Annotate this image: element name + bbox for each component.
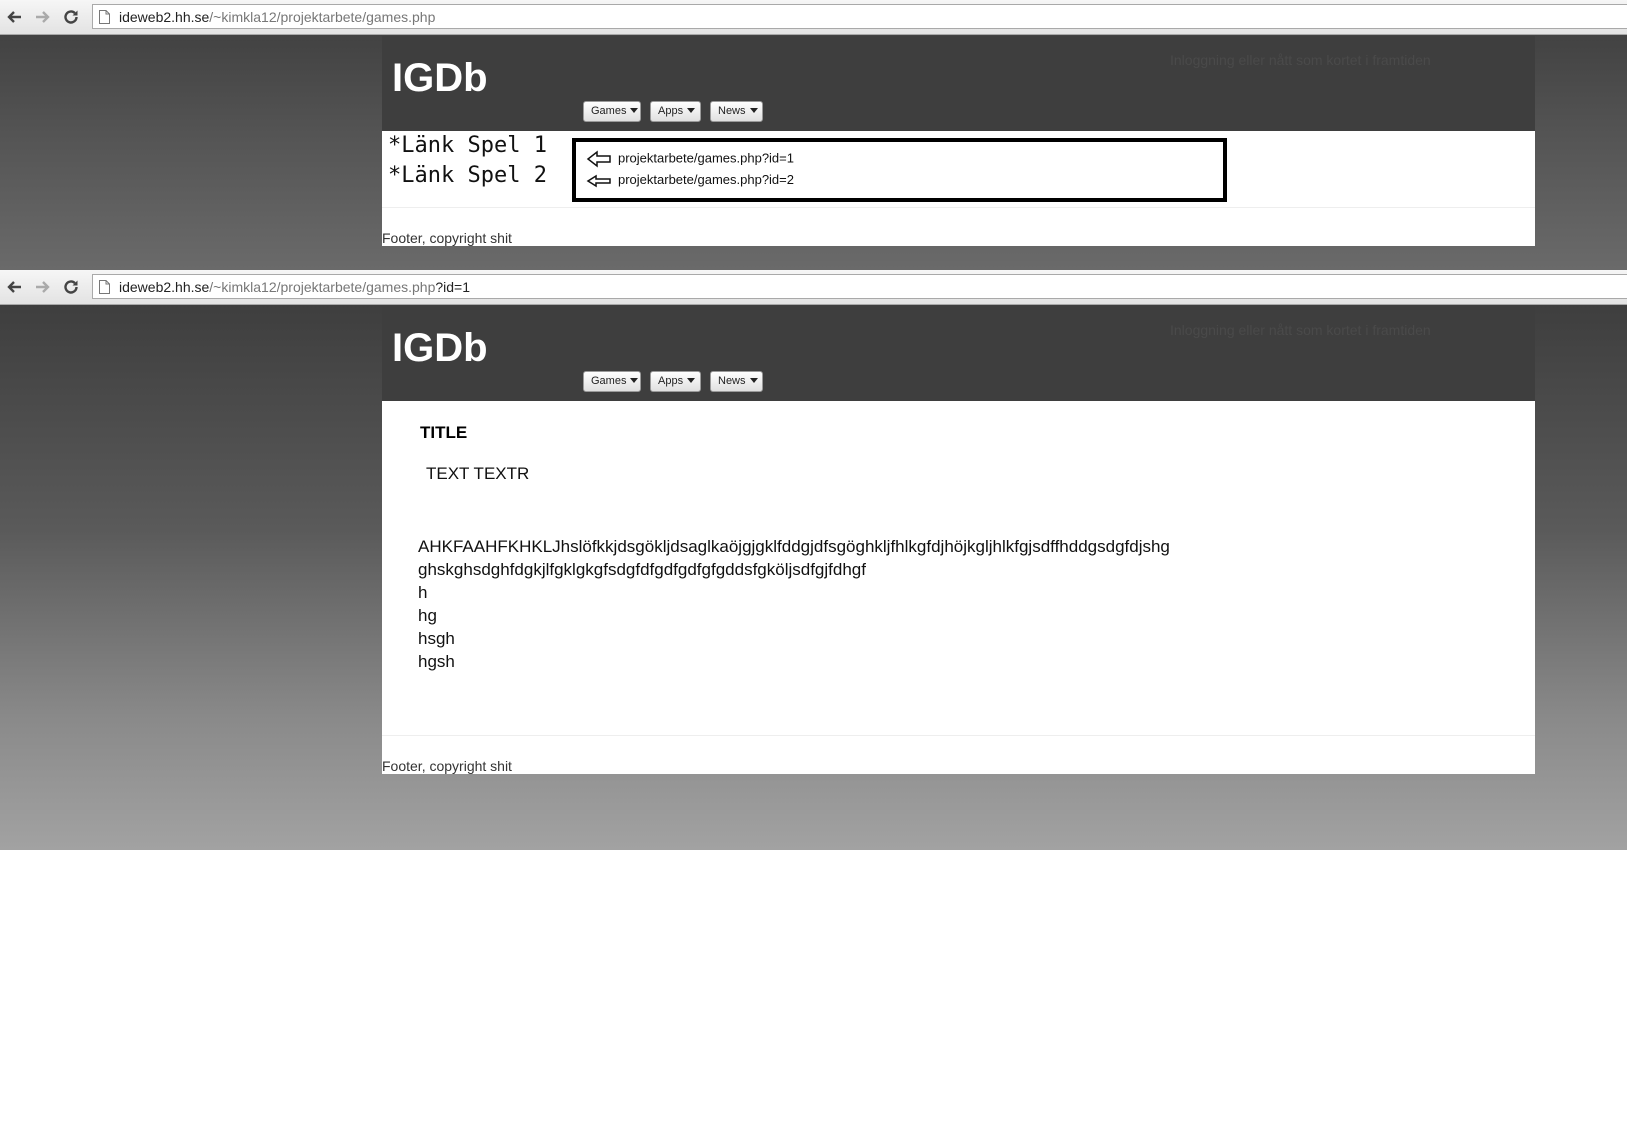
url-host: ideweb2.hh.se [119, 9, 210, 25]
main-content: *Länk Spel 1 *Länk Spel 2 projektarbete/… [382, 131, 1535, 207]
url-path: /~kimkla12/projektarbete/games.php [209, 9, 436, 25]
menu-news-button[interactable]: News [710, 101, 763, 122]
site-logo[interactable]: IGDb [392, 56, 488, 101]
site-header: IGDb Inloggning eller nått som kortet i … [382, 306, 1535, 401]
description-line: AHKFAAHFKHKLJhslöfkkjdsgökljdsaglkaöjgjg… [418, 537, 1170, 556]
page-icon [99, 280, 110, 294]
page-icon [99, 10, 110, 24]
url-path: /~kimkla12/projektarbete/games.php [209, 279, 436, 295]
annotation-row-1: projektarbete/games.php?id=1 [586, 150, 794, 168]
site-container: IGDb Inloggning eller nått som kortet i … [382, 306, 1535, 774]
left-arrow-icon [586, 174, 611, 187]
menu-games-button[interactable]: Games [583, 371, 641, 392]
description-line: hgsh [418, 652, 455, 671]
annotation-url-1: projektarbete/games.php?id=1 [618, 150, 794, 166]
footer-text: Footer, copyright shit [382, 758, 512, 774]
address-bar[interactable]: ideweb2.hh.se/~kimkla12/projektarbete/ga… [92, 274, 1627, 299]
description-line: h [418, 583, 428, 602]
login-placeholder-text: Inloggning eller nått som kortet i framt… [1170, 322, 1431, 338]
back-arrow-icon[interactable] [5, 277, 25, 297]
caret-down-icon [687, 378, 696, 383]
menu-label: Apps [658, 105, 684, 117]
site-container: IGDb Inloggning eller nått som kortet i … [382, 36, 1535, 246]
screenshot-games-list: ideweb2.hh.se/~kimkla12/projektarbete/ga… [0, 0, 1627, 270]
back-arrow-icon[interactable] [5, 7, 25, 27]
menu-news-button[interactable]: News [710, 371, 763, 392]
menu-apps-button[interactable]: Apps [650, 371, 701, 392]
footer-text: Footer, copyright shit [382, 230, 512, 246]
menu-apps-button[interactable]: Apps [650, 101, 701, 122]
menu-label: Apps [658, 375, 684, 387]
game-link-1[interactable]: *Länk Spel 1 [388, 133, 547, 158]
forward-arrow-icon[interactable] [32, 277, 52, 297]
menu-label: News [718, 105, 746, 117]
site-header: IGDb Inloggning eller nått som kortet i … [382, 36, 1535, 131]
game-subtext: TEXT TEXTR [426, 464, 530, 483]
menu-games-button[interactable]: Games [583, 101, 641, 122]
main-content: TITLE TEXT TEXTR AHKFAAHFKHKLJhslöfkkjds… [382, 401, 1535, 735]
screenshot-game-detail: ideweb2.hh.se/~kimkla12/projektarbete/ga… [0, 270, 1627, 850]
annotation-row-2: projektarbete/games.php?id=2 [586, 172, 794, 188]
browser-toolbar: ideweb2.hh.se/~kimkla12/projektarbete/ga… [0, 0, 1627, 35]
reload-icon[interactable] [61, 7, 81, 27]
annotation-url-2: projektarbete/games.php?id=2 [618, 172, 794, 187]
forward-arrow-icon[interactable] [32, 7, 52, 27]
browser-toolbar: ideweb2.hh.se/~kimkla12/projektarbete/ga… [0, 270, 1627, 305]
address-bar[interactable]: ideweb2.hh.se/~kimkla12/projektarbete/ga… [92, 4, 1627, 29]
url-query: ?id=1 [435, 279, 471, 295]
caret-down-icon [749, 108, 758, 113]
game-title: TITLE [420, 423, 468, 442]
url-host: ideweb2.hh.se [119, 279, 210, 295]
site-footer: Footer, copyright shit [382, 735, 1535, 774]
annotation-box: projektarbete/games.php?id=1 projektarbe… [572, 138, 1227, 202]
url-text: ideweb2.hh.se/~kimkla12/projektarbete/ga… [119, 279, 470, 295]
site-logo[interactable]: IGDb [392, 326, 488, 371]
game-description: AHKFAAHFKHKLJhslöfkkjdsgökljdsaglkaöjgjg… [418, 535, 1170, 673]
caret-down-icon [630, 378, 639, 383]
menu-label: Games [591, 375, 627, 387]
reload-icon[interactable] [61, 277, 81, 297]
description-line: ghskghsdghfdgkjlfgklgkgfsdgfdfgdfgdfgfgd… [418, 560, 866, 579]
description-line: hsgh [418, 629, 455, 648]
description-line: hg [418, 606, 437, 625]
caret-down-icon [687, 108, 696, 113]
game-link-2[interactable]: *Länk Spel 2 [388, 163, 547, 188]
caret-down-icon [630, 108, 639, 113]
login-placeholder-text: Inloggning eller nått som kortet i framt… [1170, 52, 1431, 68]
menu-label: News [718, 375, 746, 387]
caret-down-icon [749, 378, 758, 383]
site-footer: Footer, copyright shit [382, 207, 1535, 246]
url-text: ideweb2.hh.se/~kimkla12/projektarbete/ga… [119, 9, 435, 25]
left-arrow-icon [586, 150, 611, 168]
menu-label: Games [591, 105, 627, 117]
